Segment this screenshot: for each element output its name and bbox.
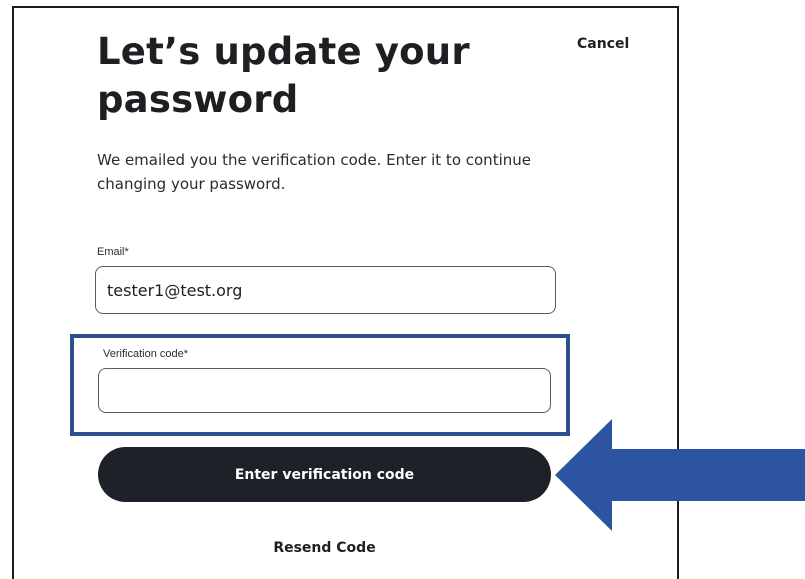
instruction-text: We emailed you the verification code. En… (97, 151, 531, 193)
page-title: Let’s update your password (97, 30, 470, 121)
cancel-link[interactable]: Cancel (577, 36, 629, 52)
verification-code-label: Verification code* (103, 348, 188, 360)
resend-code-link[interactable]: Resend Code (98, 540, 551, 556)
verification-code-input[interactable] (98, 368, 551, 413)
screenshot-stage: Let’s update your password Cancel We ema… (0, 0, 805, 579)
enter-verification-code-button[interactable]: Enter verification code (98, 447, 551, 502)
email-label: Email* (97, 246, 129, 258)
email-field[interactable] (95, 266, 556, 314)
arrow-left-icon (555, 419, 805, 531)
